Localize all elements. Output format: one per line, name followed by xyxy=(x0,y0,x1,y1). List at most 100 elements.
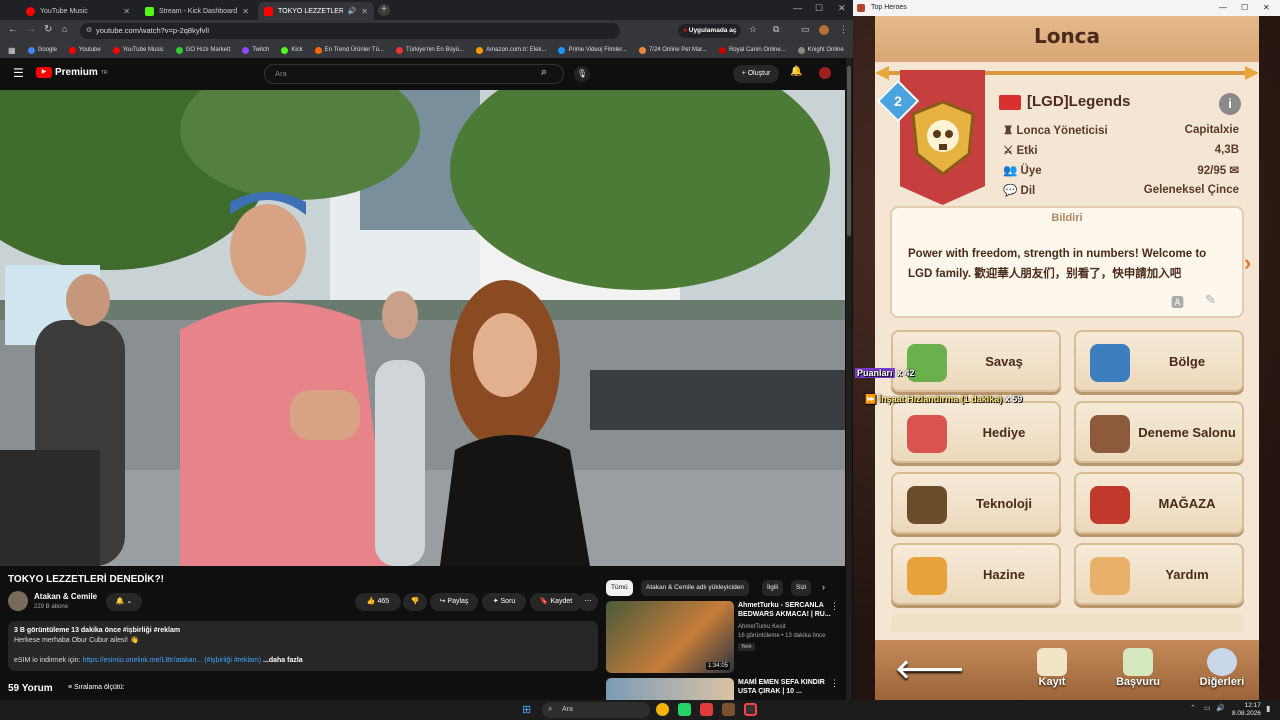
technology-button[interactable]: Teknoloji xyxy=(891,472,1061,534)
minimize-icon[interactable]: — xyxy=(1219,0,1227,16)
bookmark-royal-canin[interactable]: Royal Canin Online... xyxy=(718,46,786,54)
back-arrow-icon[interactable]: 🡐 xyxy=(895,654,965,685)
site-info-icon[interactable]: ⚙ xyxy=(86,26,92,34)
chevron-right-icon[interactable]: › xyxy=(822,582,825,592)
bookmark-pet-market[interactable]: 7/24 Online Pet Mar... xyxy=(638,46,707,54)
recommended-video[interactable]: 1:34:05 AhmetTurku - SERCANLA BEDWARS AK… xyxy=(606,601,848,673)
shop-button[interactable]: MAĞAZA xyxy=(1074,472,1244,534)
minimize-icon[interactable]: — xyxy=(793,3,802,13)
create-button[interactable]: + Oluştur xyxy=(733,65,779,83)
treasure-button[interactable]: Hazine xyxy=(891,543,1061,605)
search-input[interactable]: Ara xyxy=(264,64,564,84)
close-tab-icon[interactable]: ✕ xyxy=(242,7,249,16)
hamburger-menu-icon[interactable]: ☰ xyxy=(13,66,24,80)
forward-icon[interactable]: → xyxy=(26,24,36,35)
translate-icon[interactable]: 🅰 xyxy=(1171,292,1184,311)
video-player[interactable] xyxy=(0,90,845,566)
more-actions-button[interactable]: ⋯ xyxy=(578,593,598,611)
apps-grid-icon[interactable]: ▦ xyxy=(8,46,16,55)
tab-youtube-music[interactable]: YouTube Music ✕ xyxy=(20,2,136,20)
more-dots-icon[interactable]: ⋮ xyxy=(830,678,839,689)
menu-dots-icon[interactable]: ⋮ xyxy=(839,24,848,35)
reload-icon[interactable]: ↻ xyxy=(44,24,52,35)
info-icon[interactable]: i xyxy=(1219,93,1241,115)
trial-hall-button[interactable]: Deneme Salonu xyxy=(1074,401,1244,463)
recording-icon[interactable] xyxy=(744,703,757,716)
chip-all[interactable]: Tümü xyxy=(606,580,633,596)
bookmark-youtube[interactable]: Youtube xyxy=(68,46,101,54)
dislike-button[interactable]: 👎 xyxy=(403,593,427,611)
edit-icon[interactable]: ✎ xyxy=(1205,292,1216,308)
page-scrollbar[interactable] xyxy=(846,58,852,700)
tab-youtube-video[interactable]: TOKYO LEZZETLERİ DENEDİ 🔊 ✕ xyxy=(258,2,374,20)
chip-for-you[interactable]: Sizi xyxy=(791,580,812,596)
bookmark-knight-online[interactable]: Knight Online xyxy=(797,46,844,54)
bookmark-youtube-music[interactable]: YouTube Music xyxy=(112,46,164,54)
channel-name[interactable]: Atakan & Cemile xyxy=(34,592,97,601)
channel-avatar[interactable] xyxy=(8,591,28,611)
url-input[interactable]: youtube.com/watch?v=p-2q8kyfvlI xyxy=(80,23,620,39)
notification-icon[interactable]: ▮ xyxy=(1266,704,1270,713)
mail-icon[interactable]: ✉ xyxy=(1229,165,1239,177)
top-heroes-icon[interactable] xyxy=(722,703,735,716)
taskbar-clock[interactable]: 12:17 8.08.2026 xyxy=(1232,702,1261,718)
application-button[interactable]: Başvuru xyxy=(1103,648,1173,696)
notifications-bell-icon[interactable]: 🔔 xyxy=(790,66,802,77)
whatsapp-icon[interactable] xyxy=(678,703,691,716)
close-window-icon[interactable]: ✕ xyxy=(838,3,846,14)
show-more-link[interactable]: ...daha fazla xyxy=(263,657,303,664)
account-avatar[interactable] xyxy=(819,67,831,79)
bookmark-turkiye[interactable]: Türkiye'nin En Büyü... xyxy=(395,46,464,54)
chip-related[interactable]: İlgili xyxy=(762,580,784,596)
bookmark-kick[interactable]: Kick xyxy=(281,46,303,54)
network-icon[interactable]: ▭ xyxy=(1204,704,1211,712)
war-button[interactable]: Savaş xyxy=(891,330,1061,392)
bookmark-prime-video[interactable]: Prime Video| Filmler... xyxy=(558,46,627,54)
help-button[interactable]: Yardım xyxy=(1074,543,1244,605)
volume-icon[interactable]: 🔊 xyxy=(1216,704,1225,712)
chevron-right-icon[interactable]: › xyxy=(1244,250,1251,276)
bookmark-trend[interactable]: En Trend Ürünler Tü... xyxy=(314,46,384,54)
save-button[interactable]: 🔖 Kaydet xyxy=(530,593,582,611)
recommended-video[interactable]: MAMİ EMEN SEFA KINDIR USTA ÇIRAK | 10 ..… xyxy=(606,678,848,700)
back-icon[interactable]: ← xyxy=(8,24,18,35)
description-box[interactable]: 3 B görüntüleme 13 dakika önce #işbirliğ… xyxy=(8,621,598,671)
new-tab-button[interactable]: + xyxy=(378,4,390,16)
bookmark-google[interactable]: Google xyxy=(27,46,57,54)
tray-chevron-icon[interactable]: ⌃ xyxy=(1190,704,1196,712)
windows-start-icon[interactable]: ⊞ xyxy=(522,703,531,716)
ask-button[interactable]: ✦ Soru xyxy=(482,593,526,611)
youtube-logo[interactable]: ▶ Premium TR xyxy=(36,67,107,78)
close-window-icon[interactable]: ✕ xyxy=(1263,0,1270,16)
more-dots-icon[interactable]: ⋮ xyxy=(830,601,839,612)
extensions-icon[interactable]: ⧉ xyxy=(773,24,779,35)
log-button[interactable]: Kayıt xyxy=(1017,648,1087,696)
chrome-icon[interactable] xyxy=(656,703,669,716)
maximize-icon[interactable]: ☐ xyxy=(1241,0,1248,16)
maximize-icon[interactable]: ☐ xyxy=(815,3,823,14)
tab-kick-dashboard[interactable]: Stream - Kick Dashboard ✕ xyxy=(139,2,255,20)
speaker-icon[interactable]: 🔊 xyxy=(348,7,357,15)
obs-icon[interactable] xyxy=(700,703,713,716)
taskbar-search[interactable]: Ara xyxy=(542,702,650,718)
open-in-app-pill[interactable]: ● Uygulamada aç xyxy=(678,24,742,38)
search-icon[interactable]: ⌕ xyxy=(541,66,547,79)
like-button[interactable]: 👍 465 xyxy=(355,593,401,611)
microphone-icon[interactable]: 🎙 xyxy=(574,66,590,82)
subscription-bell-button[interactable]: 🔔 ⌄ xyxy=(106,593,142,611)
others-button[interactable]: Diğerleri xyxy=(1187,648,1257,696)
close-tab-icon[interactable]: ✕ xyxy=(123,7,130,16)
gift-button[interactable]: Hediye xyxy=(891,401,1061,463)
bookmark-twitch[interactable]: Twitch xyxy=(242,46,269,54)
description-link[interactable]: https://esimio.onelink.me/L8tr/atakan... xyxy=(82,657,202,664)
bookmark-star-icon[interactable]: ☆ xyxy=(749,24,757,35)
profile-avatar[interactable] xyxy=(819,25,829,35)
region-button[interactable]: Bölge xyxy=(1074,330,1244,392)
cast-icon[interactable]: ▭ xyxy=(801,24,810,35)
chip-uploader[interactable]: Atakan & Cemile adlı yükleyiciden xyxy=(641,580,749,596)
home-icon[interactable]: ⌂ xyxy=(62,24,67,34)
share-button[interactable]: ↪ Paylaş xyxy=(430,593,478,611)
sort-comments-button[interactable]: ≡ Sıralama ölçütü: xyxy=(68,684,125,691)
bookmark-amazon[interactable]: Amazon.com.tr: Elek... xyxy=(476,46,546,54)
close-tab-icon[interactable]: ✕ xyxy=(361,7,368,16)
